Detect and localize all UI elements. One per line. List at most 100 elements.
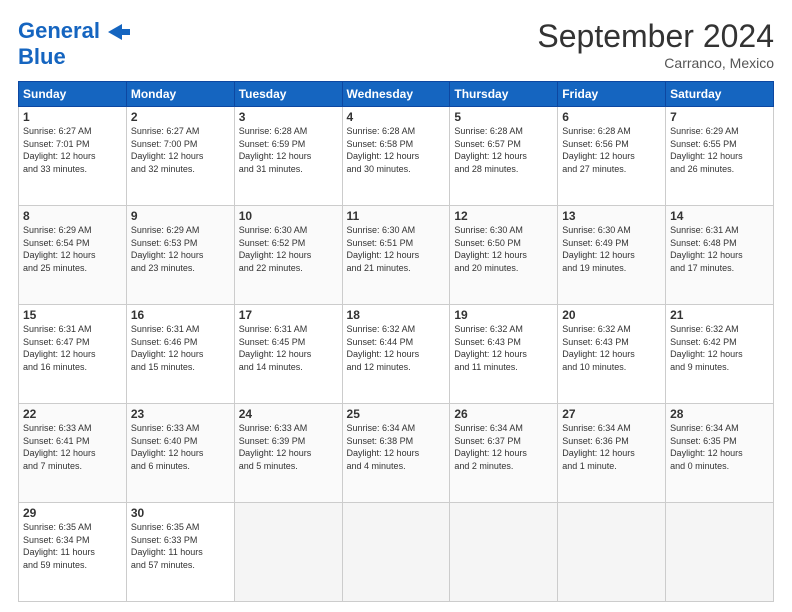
calendar-cell: 29Sunrise: 6:35 AMSunset: 6:34 PMDayligh… <box>19 503 127 602</box>
calendar-cell: 2Sunrise: 6:27 AMSunset: 7:00 PMDaylight… <box>126 107 234 206</box>
month-title: September 2024 <box>537 18 774 55</box>
day-number: 26 <box>454 407 553 421</box>
calendar-cell: 17Sunrise: 6:31 AMSunset: 6:45 PMDayligh… <box>234 305 342 404</box>
day-number: 19 <box>454 308 553 322</box>
calendar-cell: 7Sunrise: 6:29 AMSunset: 6:55 PMDaylight… <box>666 107 774 206</box>
day-number: 20 <box>562 308 661 322</box>
logo-blue-text: Blue <box>18 44 66 69</box>
calendar-week-row: 15Sunrise: 6:31 AMSunset: 6:47 PMDayligh… <box>19 305 774 404</box>
day-number: 11 <box>347 209 446 223</box>
weekday-header: Saturday <box>666 82 774 107</box>
calendar-cell: 5Sunrise: 6:28 AMSunset: 6:57 PMDaylight… <box>450 107 558 206</box>
day-number: 9 <box>131 209 230 223</box>
calendar-cell: 1Sunrise: 6:27 AMSunset: 7:01 PMDaylight… <box>19 107 127 206</box>
logo: General Blue <box>18 18 130 70</box>
calendar-cell <box>666 503 774 602</box>
calendar-cell <box>234 503 342 602</box>
day-number: 5 <box>454 110 553 124</box>
cell-info: Sunrise: 6:32 AMSunset: 6:43 PMDaylight:… <box>454 323 553 373</box>
calendar-cell: 14Sunrise: 6:31 AMSunset: 6:48 PMDayligh… <box>666 206 774 305</box>
cell-info: Sunrise: 6:30 AMSunset: 6:50 PMDaylight:… <box>454 224 553 274</box>
cell-info: Sunrise: 6:32 AMSunset: 6:42 PMDaylight:… <box>670 323 769 373</box>
weekday-header: Thursday <box>450 82 558 107</box>
calendar-cell: 3Sunrise: 6:28 AMSunset: 6:59 PMDaylight… <box>234 107 342 206</box>
day-number: 1 <box>23 110 122 124</box>
day-number: 16 <box>131 308 230 322</box>
weekday-header: Tuesday <box>234 82 342 107</box>
day-number: 2 <box>131 110 230 124</box>
calendar-cell <box>558 503 666 602</box>
cell-info: Sunrise: 6:28 AMSunset: 6:59 PMDaylight:… <box>239 125 338 175</box>
cell-info: Sunrise: 6:33 AMSunset: 6:40 PMDaylight:… <box>131 422 230 472</box>
calendar-cell: 24Sunrise: 6:33 AMSunset: 6:39 PMDayligh… <box>234 404 342 503</box>
calendar-cell: 20Sunrise: 6:32 AMSunset: 6:43 PMDayligh… <box>558 305 666 404</box>
cell-info: Sunrise: 6:30 AMSunset: 6:49 PMDaylight:… <box>562 224 661 274</box>
day-number: 30 <box>131 506 230 520</box>
day-number: 3 <box>239 110 338 124</box>
calendar-cell: 8Sunrise: 6:29 AMSunset: 6:54 PMDaylight… <box>19 206 127 305</box>
calendar-cell: 23Sunrise: 6:33 AMSunset: 6:40 PMDayligh… <box>126 404 234 503</box>
header: General Blue September 2024 Carranco, Me… <box>18 18 774 71</box>
cell-info: Sunrise: 6:31 AMSunset: 6:48 PMDaylight:… <box>670 224 769 274</box>
cell-info: Sunrise: 6:29 AMSunset: 6:54 PMDaylight:… <box>23 224 122 274</box>
calendar-cell: 12Sunrise: 6:30 AMSunset: 6:50 PMDayligh… <box>450 206 558 305</box>
day-number: 27 <box>562 407 661 421</box>
calendar-cell <box>450 503 558 602</box>
day-number: 18 <box>347 308 446 322</box>
cell-info: Sunrise: 6:31 AMSunset: 6:47 PMDaylight:… <box>23 323 122 373</box>
calendar-cell: 9Sunrise: 6:29 AMSunset: 6:53 PMDaylight… <box>126 206 234 305</box>
calendar-cell: 10Sunrise: 6:30 AMSunset: 6:52 PMDayligh… <box>234 206 342 305</box>
cell-info: Sunrise: 6:28 AMSunset: 6:58 PMDaylight:… <box>347 125 446 175</box>
day-number: 8 <box>23 209 122 223</box>
day-number: 21 <box>670 308 769 322</box>
weekday-header: Sunday <box>19 82 127 107</box>
cell-info: Sunrise: 6:34 AMSunset: 6:35 PMDaylight:… <box>670 422 769 472</box>
cell-info: Sunrise: 6:29 AMSunset: 6:53 PMDaylight:… <box>131 224 230 274</box>
calendar-cell: 16Sunrise: 6:31 AMSunset: 6:46 PMDayligh… <box>126 305 234 404</box>
calendar-cell: 21Sunrise: 6:32 AMSunset: 6:42 PMDayligh… <box>666 305 774 404</box>
day-number: 23 <box>131 407 230 421</box>
day-number: 17 <box>239 308 338 322</box>
cell-info: Sunrise: 6:31 AMSunset: 6:45 PMDaylight:… <box>239 323 338 373</box>
cell-info: Sunrise: 6:30 AMSunset: 6:51 PMDaylight:… <box>347 224 446 274</box>
day-number: 24 <box>239 407 338 421</box>
cell-info: Sunrise: 6:32 AMSunset: 6:44 PMDaylight:… <box>347 323 446 373</box>
calendar-cell: 4Sunrise: 6:28 AMSunset: 6:58 PMDaylight… <box>342 107 450 206</box>
cell-info: Sunrise: 6:30 AMSunset: 6:52 PMDaylight:… <box>239 224 338 274</box>
day-number: 6 <box>562 110 661 124</box>
cell-info: Sunrise: 6:34 AMSunset: 6:38 PMDaylight:… <box>347 422 446 472</box>
calendar-cell: 13Sunrise: 6:30 AMSunset: 6:49 PMDayligh… <box>558 206 666 305</box>
calendar-cell: 15Sunrise: 6:31 AMSunset: 6:47 PMDayligh… <box>19 305 127 404</box>
title-block: September 2024 Carranco, Mexico <box>537 18 774 71</box>
calendar-cell: 30Sunrise: 6:35 AMSunset: 6:33 PMDayligh… <box>126 503 234 602</box>
calendar-week-row: 22Sunrise: 6:33 AMSunset: 6:41 PMDayligh… <box>19 404 774 503</box>
cell-info: Sunrise: 6:35 AMSunset: 6:34 PMDaylight:… <box>23 521 122 571</box>
calendar-cell: 26Sunrise: 6:34 AMSunset: 6:37 PMDayligh… <box>450 404 558 503</box>
day-number: 12 <box>454 209 553 223</box>
cell-info: Sunrise: 6:29 AMSunset: 6:55 PMDaylight:… <box>670 125 769 175</box>
page: General Blue September 2024 Carranco, Me… <box>0 0 792 612</box>
logo-arrow-icon <box>108 24 130 40</box>
calendar-week-row: 29Sunrise: 6:35 AMSunset: 6:34 PMDayligh… <box>19 503 774 602</box>
cell-info: Sunrise: 6:32 AMSunset: 6:43 PMDaylight:… <box>562 323 661 373</box>
calendar-week-row: 8Sunrise: 6:29 AMSunset: 6:54 PMDaylight… <box>19 206 774 305</box>
day-number: 13 <box>562 209 661 223</box>
day-number: 22 <box>23 407 122 421</box>
calendar-cell: 19Sunrise: 6:32 AMSunset: 6:43 PMDayligh… <box>450 305 558 404</box>
cell-info: Sunrise: 6:27 AMSunset: 7:01 PMDaylight:… <box>23 125 122 175</box>
weekday-header: Wednesday <box>342 82 450 107</box>
calendar-cell: 18Sunrise: 6:32 AMSunset: 6:44 PMDayligh… <box>342 305 450 404</box>
cell-info: Sunrise: 6:33 AMSunset: 6:39 PMDaylight:… <box>239 422 338 472</box>
calendar-cell: 25Sunrise: 6:34 AMSunset: 6:38 PMDayligh… <box>342 404 450 503</box>
cell-info: Sunrise: 6:35 AMSunset: 6:33 PMDaylight:… <box>131 521 230 571</box>
cell-info: Sunrise: 6:34 AMSunset: 6:36 PMDaylight:… <box>562 422 661 472</box>
calendar-header-row: SundayMondayTuesdayWednesdayThursdayFrid… <box>19 82 774 107</box>
calendar-cell: 11Sunrise: 6:30 AMSunset: 6:51 PMDayligh… <box>342 206 450 305</box>
cell-info: Sunrise: 6:27 AMSunset: 7:00 PMDaylight:… <box>131 125 230 175</box>
calendar-cell: 27Sunrise: 6:34 AMSunset: 6:36 PMDayligh… <box>558 404 666 503</box>
calendar-cell: 22Sunrise: 6:33 AMSunset: 6:41 PMDayligh… <box>19 404 127 503</box>
calendar-table: SundayMondayTuesdayWednesdayThursdayFrid… <box>18 81 774 602</box>
day-number: 14 <box>670 209 769 223</box>
cell-info: Sunrise: 6:34 AMSunset: 6:37 PMDaylight:… <box>454 422 553 472</box>
day-number: 25 <box>347 407 446 421</box>
